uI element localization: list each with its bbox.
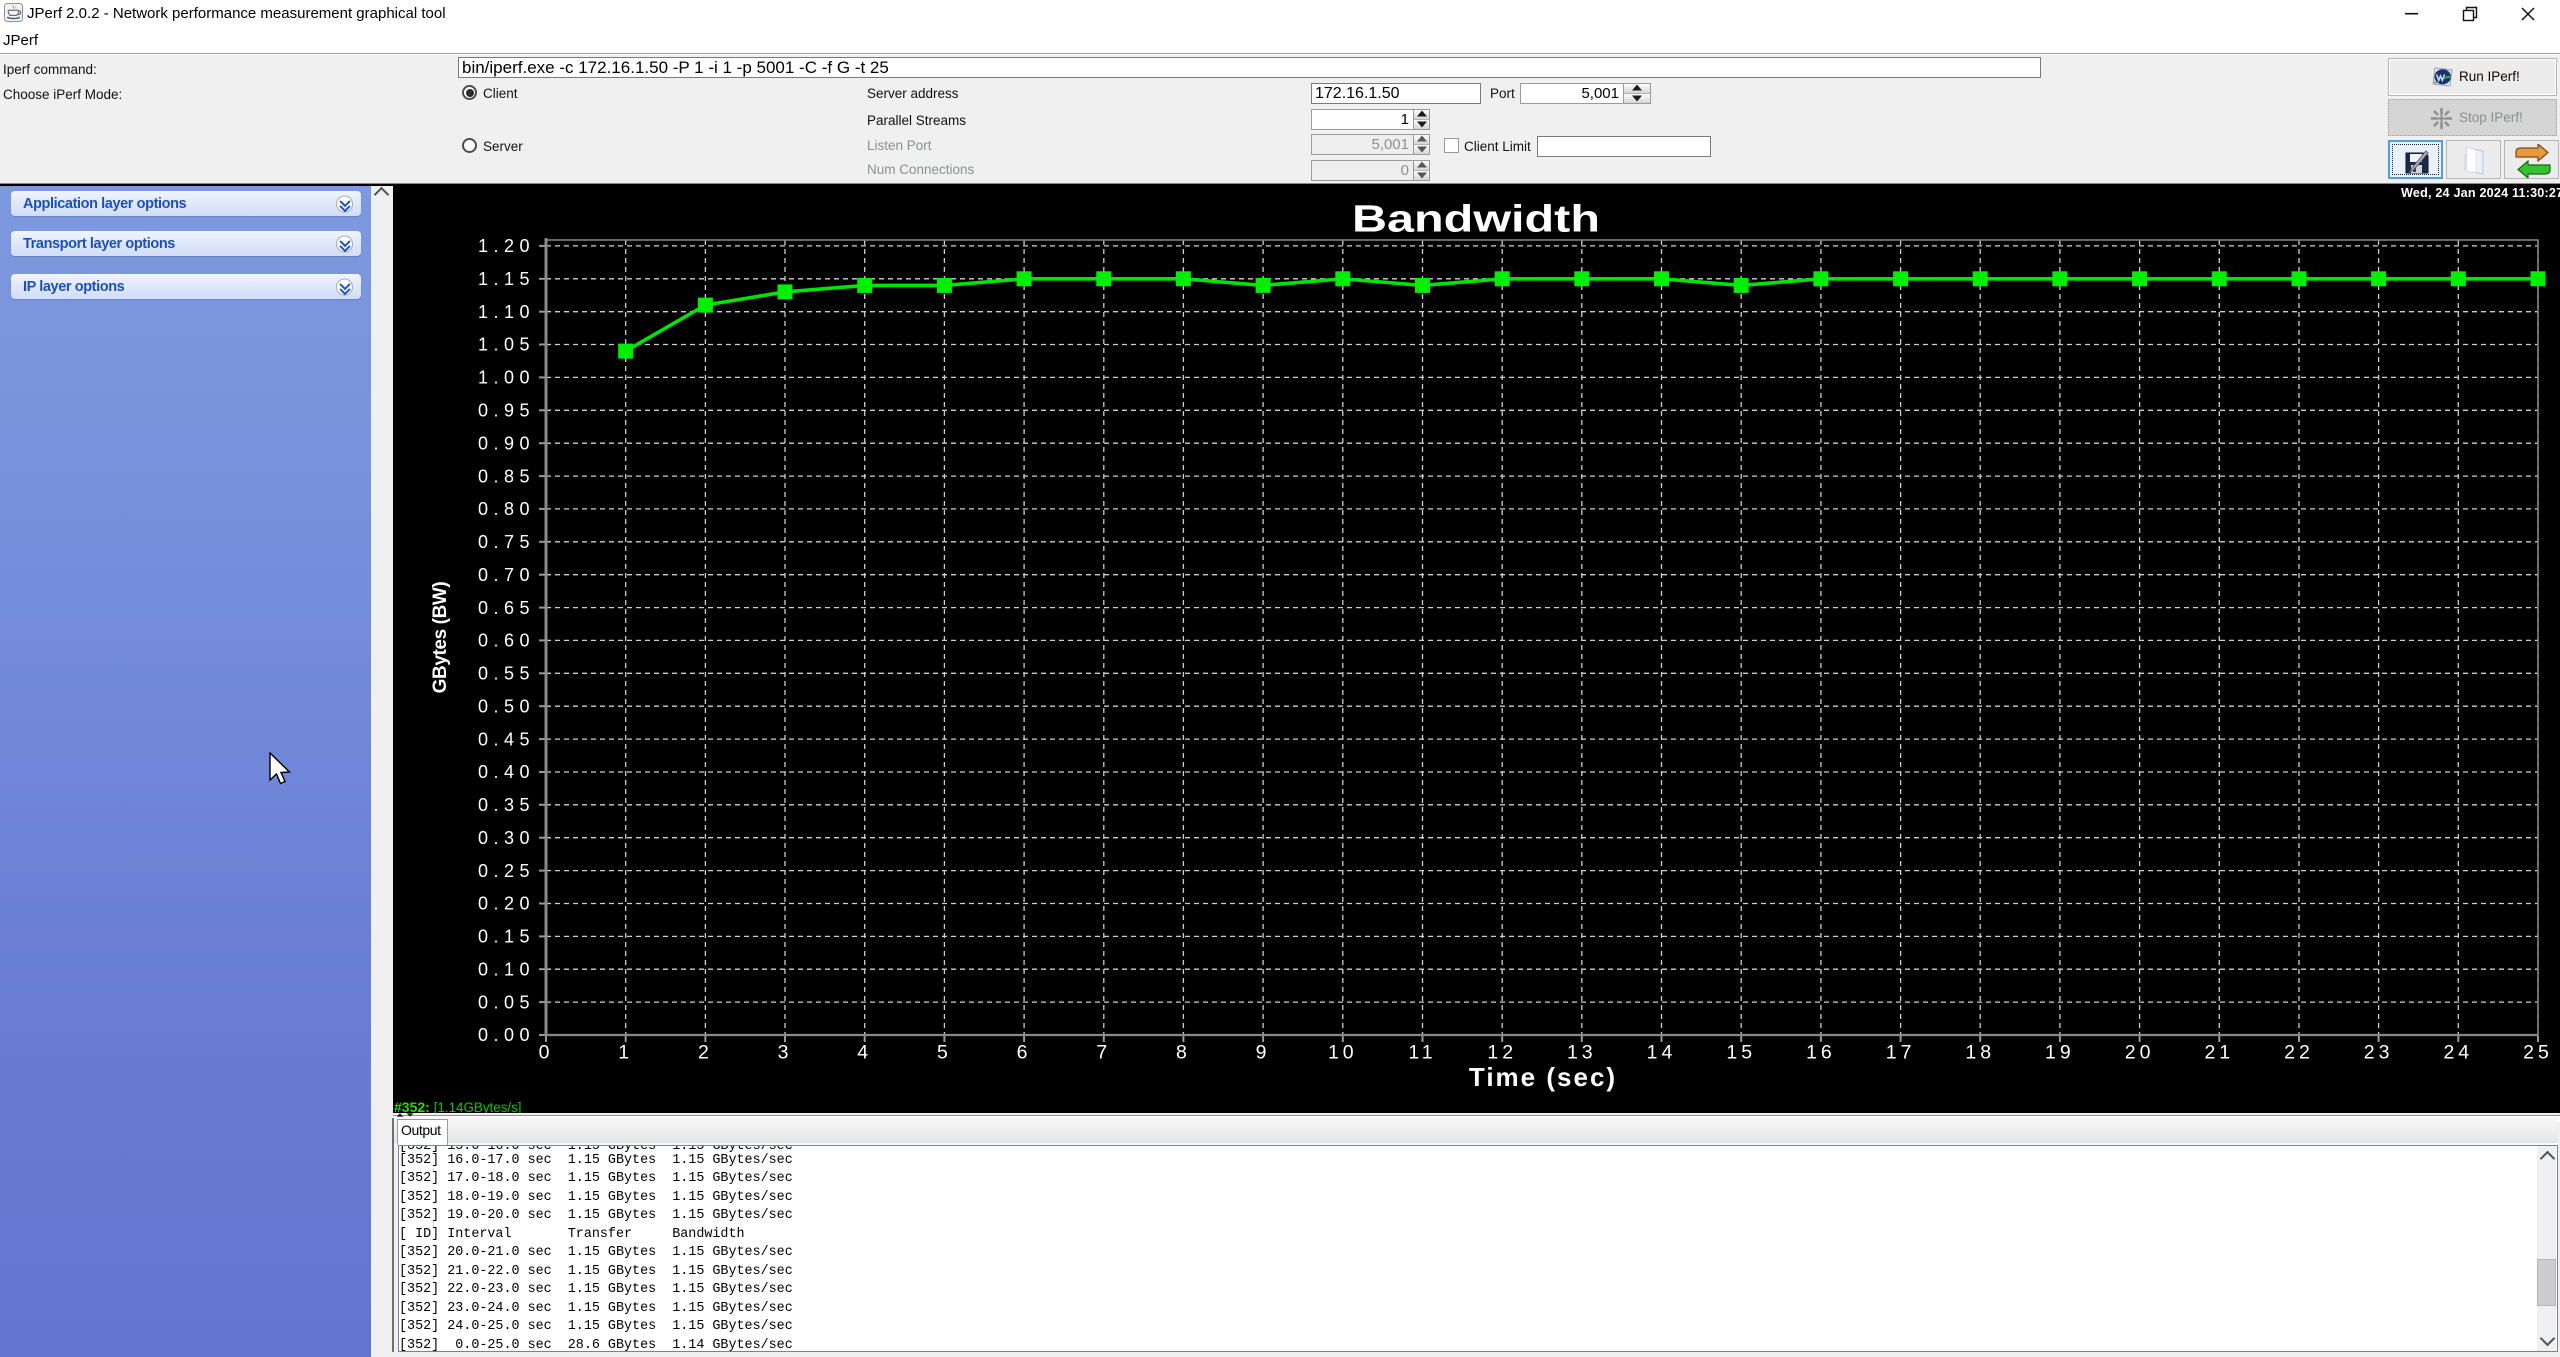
svg-text:0.25: 0.25: [478, 861, 535, 881]
svg-text:8: 8: [1176, 1042, 1191, 1064]
svg-text:18: 18: [1965, 1042, 1995, 1064]
svg-text:0.20: 0.20: [478, 894, 535, 914]
svg-text:15: 15: [1726, 1042, 1756, 1064]
svg-text:11: 11: [1408, 1042, 1436, 1064]
svg-text:0.35: 0.35: [478, 795, 535, 815]
svg-text:0.40: 0.40: [478, 762, 535, 782]
svg-text:25: 25: [2523, 1042, 2553, 1064]
svg-text:GBytes (BW): GBytes (BW): [430, 582, 451, 694]
svg-text:9: 9: [1256, 1042, 1271, 1064]
svg-text:0.75: 0.75: [478, 532, 535, 552]
svg-text:5: 5: [937, 1042, 952, 1064]
svg-text:22: 22: [2284, 1042, 2314, 1064]
svg-text:Bandwidth: Bandwidth: [1352, 199, 1600, 241]
svg-text:7: 7: [1096, 1042, 1111, 1064]
svg-text:0.45: 0.45: [478, 729, 535, 749]
svg-text:0.95: 0.95: [478, 401, 535, 421]
svg-text:23: 23: [2364, 1042, 2394, 1064]
svg-text:1.15: 1.15: [478, 269, 535, 289]
svg-text:2: 2: [698, 1042, 713, 1064]
svg-text:0.85: 0.85: [478, 466, 535, 486]
svg-text:Time (sec): Time (sec): [1469, 1062, 1617, 1092]
svg-text:0.70: 0.70: [478, 565, 535, 585]
svg-text:0.50: 0.50: [478, 696, 535, 716]
svg-text:0.80: 0.80: [478, 499, 535, 519]
svg-text:16: 16: [1806, 1042, 1836, 1064]
svg-text:0.90: 0.90: [478, 433, 535, 453]
svg-text:0: 0: [539, 1042, 554, 1064]
svg-text:14: 14: [1647, 1042, 1677, 1064]
svg-text:20: 20: [2125, 1042, 2155, 1064]
svg-text:0.55: 0.55: [478, 664, 535, 684]
svg-text:1.10: 1.10: [478, 302, 535, 322]
svg-text:1.05: 1.05: [478, 335, 535, 355]
svg-text:13: 13: [1567, 1042, 1597, 1064]
svg-text:0.15: 0.15: [478, 927, 535, 947]
svg-text:0.00: 0.00: [478, 1025, 535, 1045]
svg-text:0.60: 0.60: [478, 631, 535, 651]
svg-text:4: 4: [857, 1042, 872, 1064]
svg-text:1.00: 1.00: [478, 368, 535, 388]
svg-text:1.20: 1.20: [478, 236, 535, 256]
svg-text:12: 12: [1487, 1042, 1517, 1064]
svg-text:24: 24: [2443, 1042, 2473, 1064]
svg-text:0.30: 0.30: [478, 828, 535, 848]
svg-text:6: 6: [1017, 1042, 1032, 1064]
svg-text:0.65: 0.65: [478, 598, 535, 618]
svg-text:0.10: 0.10: [478, 959, 535, 979]
svg-text:21: 21: [2204, 1042, 2234, 1064]
svg-text:10: 10: [1328, 1042, 1358, 1064]
svg-text:1: 1: [618, 1042, 633, 1064]
svg-text:19: 19: [2045, 1042, 2075, 1064]
svg-text:3: 3: [778, 1042, 793, 1064]
svg-text:0.05: 0.05: [478, 992, 535, 1012]
svg-text:17: 17: [1886, 1042, 1916, 1064]
